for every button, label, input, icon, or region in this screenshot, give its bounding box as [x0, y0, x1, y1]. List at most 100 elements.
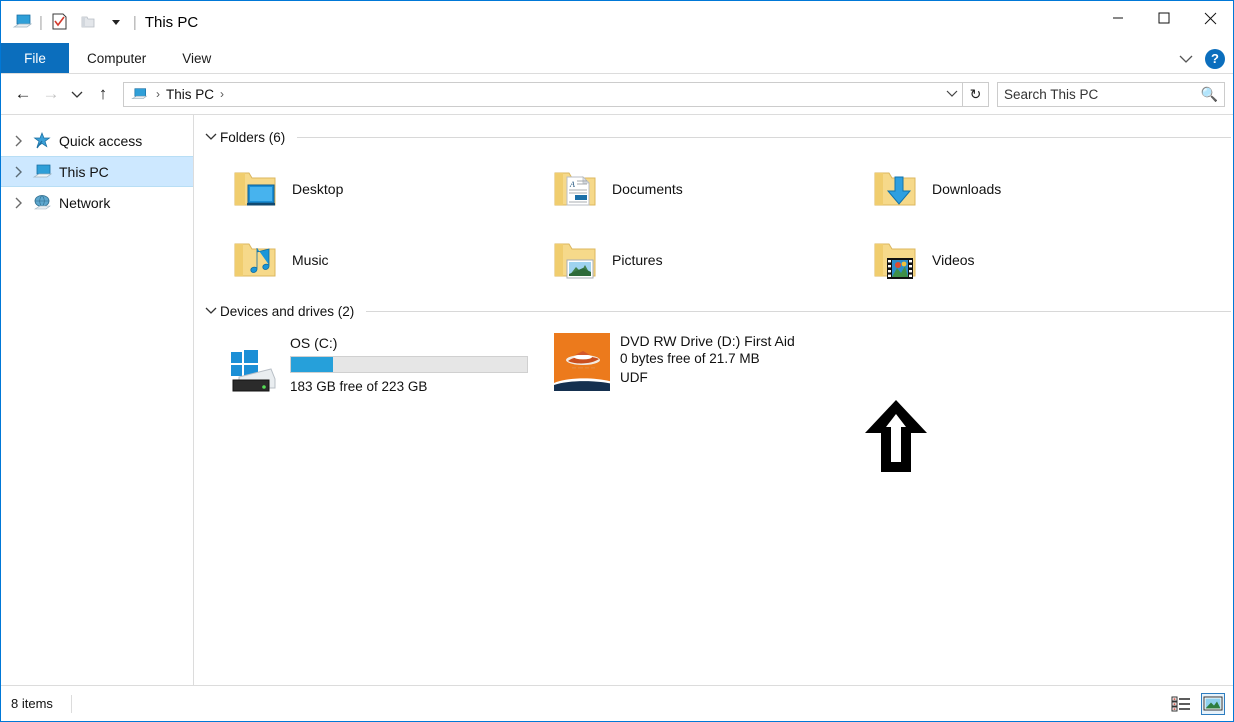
- group-header-devices[interactable]: Devices and drives (2): [202, 299, 1233, 323]
- refresh-button[interactable]: ↻: [963, 81, 989, 107]
- up-arrow-annotation: [865, 400, 927, 472]
- search-placeholder: Search This PC: [1004, 86, 1099, 102]
- maximize-button[interactable]: [1141, 1, 1187, 35]
- breadcrumb-this-pc-icon: [128, 85, 150, 103]
- folder-label: Videos: [932, 251, 975, 268]
- drive-usage-bar: [290, 356, 528, 373]
- folder-label: Pictures: [612, 251, 663, 268]
- breadcrumb-separator-2[interactable]: ›: [214, 87, 230, 101]
- sidebar-item-label: This PC: [59, 163, 109, 180]
- address-dropdown-icon[interactable]: [946, 87, 958, 101]
- sidebar-item-network[interactable]: Network: [1, 187, 193, 218]
- folder-label: Documents: [612, 180, 683, 197]
- svg-text:A: A: [569, 180, 575, 189]
- folder-item-documents[interactable]: A Documents: [522, 153, 842, 224]
- network-icon: [29, 193, 55, 213]
- chevron-down-icon[interactable]: [1173, 46, 1199, 72]
- title-bar: | | This PC: [1, 1, 1233, 43]
- chevron-down-icon[interactable]: [202, 307, 220, 315]
- status-bar: 8 items: [1, 685, 1233, 721]
- view-mode-buttons: [1169, 692, 1225, 715]
- file-explorer-window: | | This PC File Computer View ? ← → ↑ ›…: [0, 0, 1234, 722]
- toolbar-divider: |: [39, 13, 43, 31]
- sidebar-item-label: Network: [59, 194, 111, 211]
- folder-item-pictures[interactable]: Pictures: [522, 224, 842, 295]
- drive-capacity-text: 0 bytes free of 21.7 MB: [620, 351, 760, 366]
- navigation-pane: Quick access This PC Network: [1, 115, 194, 685]
- large-icons-view-button[interactable]: [1201, 692, 1225, 715]
- drive-filesystem: UDF: [620, 370, 648, 385]
- up-button[interactable]: ↑: [89, 80, 117, 108]
- group-divider: [297, 136, 1231, 138]
- chevron-right-icon[interactable]: [7, 135, 29, 147]
- drive-item-os-c[interactable]: OS (C:) 183 GB free of 223 GB: [202, 327, 532, 407]
- drive-usage-fill: [291, 357, 334, 372]
- forward-button[interactable]: →: [37, 80, 65, 108]
- folder-desktop-icon: [230, 164, 280, 214]
- quick-access-toolbar: | |: [1, 9, 139, 35]
- close-button[interactable]: [1187, 1, 1233, 35]
- group-title: Devices and drives (2): [220, 303, 355, 319]
- back-button[interactable]: ←: [9, 80, 37, 108]
- dvd-cover-art: [554, 333, 610, 391]
- breadcrumb[interactable]: › This PC ›: [123, 81, 963, 107]
- breadcrumb-separator-1[interactable]: ›: [150, 87, 166, 101]
- new-folder-icon[interactable]: [75, 9, 101, 35]
- sidebar-item-quick-access[interactable]: Quick access: [1, 125, 193, 156]
- chevron-right-icon[interactable]: [7, 166, 29, 178]
- tab-file[interactable]: File: [1, 43, 69, 73]
- recent-locations-chevron-icon[interactable]: [65, 80, 89, 108]
- folder-item-videos[interactable]: Videos: [842, 224, 1162, 295]
- content-pane: Folders (6) Desktop A Documents Download…: [194, 115, 1233, 685]
- search-input[interactable]: Search This PC 🔍: [997, 81, 1225, 107]
- chevron-down-icon[interactable]: [202, 133, 220, 141]
- folder-item-music[interactable]: Music: [202, 224, 522, 295]
- folder-item-downloads[interactable]: Downloads: [842, 153, 1162, 224]
- folder-music-icon: [230, 235, 280, 285]
- drive-info: DVD RW Drive (D:) First Aid 0 bytes free…: [620, 333, 795, 387]
- folder-item-desktop[interactable]: Desktop: [202, 153, 522, 224]
- drive-capacity-text: 183 GB free of 223 GB: [290, 379, 428, 394]
- details-view-button[interactable]: [1169, 693, 1193, 715]
- customize-dropdown-icon[interactable]: [103, 9, 129, 35]
- this-pc-icon[interactable]: [9, 9, 35, 35]
- folders-grid: Desktop A Documents Downloads Music Pict…: [202, 153, 1233, 295]
- minimize-button[interactable]: [1095, 1, 1141, 35]
- star-pin-icon: [29, 131, 55, 151]
- help-button[interactable]: ?: [1205, 48, 1225, 69]
- group-title: Folders (6): [220, 129, 286, 145]
- this-pc-icon: [29, 162, 55, 182]
- properties-icon[interactable]: [47, 9, 73, 35]
- toolbar-divider-2: |: [132, 13, 137, 31]
- ribbon-tab-bar: File Computer View ?: [1, 43, 1233, 74]
- group-divider: [366, 310, 1231, 312]
- sidebar-item-this-pc[interactable]: This PC: [1, 156, 193, 187]
- explorer-body: Quick access This PC Network Folders (6)…: [1, 114, 1233, 685]
- folder-label: Desktop: [292, 180, 344, 197]
- drives-grid: OS (C:) 183 GB free of 223 GB DVD RW Dri…: [202, 327, 1233, 472]
- drive-item-dvd-d[interactable]: DVD RW Drive (D:) First Aid 0 bytes free…: [532, 327, 927, 472]
- folder-label: Downloads: [932, 180, 1002, 197]
- status-divider: [70, 694, 72, 713]
- window-title: This PC: [144, 13, 199, 31]
- item-count-label: 8 items: [11, 696, 53, 711]
- drive-name: OS (C:): [290, 335, 338, 351]
- tab-computer[interactable]: Computer: [69, 43, 164, 73]
- breadcrumb-item-this-pc[interactable]: This PC: [166, 87, 214, 102]
- ribbon-right-controls: ?: [1173, 43, 1229, 74]
- group-header-folders[interactable]: Folders (6): [202, 125, 1233, 149]
- tab-view[interactable]: View: [164, 43, 229, 73]
- sidebar-item-label: Quick access: [59, 132, 143, 149]
- drive-name: DVD RW Drive (D:) First Aid: [620, 333, 795, 349]
- hard-drive-windows-icon: [224, 343, 280, 399]
- folder-pictures-icon: [550, 235, 600, 285]
- folder-downloads-icon: [870, 164, 920, 214]
- search-icon[interactable]: 🔍: [1201, 86, 1218, 103]
- window-controls: [1095, 1, 1233, 35]
- chevron-right-icon[interactable]: [7, 197, 29, 209]
- drive-info: OS (C:) 183 GB free of 223 GB: [290, 333, 528, 396]
- folder-videos-icon: [870, 235, 920, 285]
- dvd-drive-media-thumbnail: [554, 333, 610, 391]
- folder-documents-icon: A: [550, 164, 600, 214]
- address-bar: ← → ↑ › This PC › ↻ Search This PC 🔍: [1, 74, 1233, 114]
